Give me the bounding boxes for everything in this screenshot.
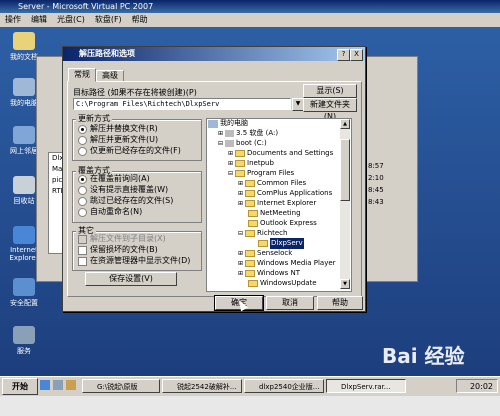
- desktop-icon-security[interactable]: 安全配置: [2, 278, 46, 308]
- vpc-menu-bar: 操作 编辑 光盘(C) 软盘(F) 帮助: [0, 13, 500, 27]
- drive-icon: [225, 140, 235, 147]
- checkbox-icon: [78, 256, 87, 266]
- folder-icon: [248, 210, 258, 217]
- menu-help[interactable]: 帮助: [127, 13, 153, 27]
- radio-icon: [78, 196, 87, 206]
- quicklaunch-desktop-icon[interactable]: [53, 380, 63, 390]
- menu-floppy[interactable]: 软盘(F): [90, 13, 127, 27]
- radio-icon: [78, 185, 87, 195]
- folder-icon: [245, 200, 256, 207]
- help-button[interactable]: 帮助: [317, 296, 363, 310]
- folder-icon: [235, 150, 246, 157]
- target-path-label: 目标路径 (如果不存在将被创建)(P): [73, 88, 197, 97]
- folder-icon: [245, 270, 256, 277]
- folder-icon: [235, 160, 246, 167]
- folder-icon: [245, 190, 256, 197]
- folder-open-icon: [245, 230, 256, 237]
- security-icon: [13, 278, 35, 296]
- dialog-title: 解压路径和选项: [63, 47, 365, 61]
- checkbox-icon: [78, 234, 87, 244]
- folder-icon: [245, 180, 256, 187]
- internet-explorer-icon: [13, 226, 35, 244]
- tab-advanced[interactable]: 高级: [96, 70, 124, 81]
- expand-plus-icon: ⊞: [238, 200, 244, 207]
- tab-general[interactable]: 常规: [68, 68, 96, 82]
- radio-icon: [78, 146, 87, 156]
- background-time-column: 8:57 2:10 8:45 8:43: [368, 162, 384, 206]
- scroll-thumb[interactable]: [340, 139, 350, 201]
- folder-tree-items: 我的电脑 ⊞ 3.5 软盘 (A:) ⊟ boot (C:) ⊞ Documents …: [206, 118, 340, 290]
- misc-option-subfolder[interactable]: 解压文件到子目录(X): [78, 234, 166, 244]
- misc-option-keep-broken[interactable]: 保留损坏的文件(B): [78, 245, 158, 255]
- overwrite-option-ask[interactable]: 在覆盖前询问(A): [78, 174, 150, 184]
- expand-plus-icon: ⊞: [238, 270, 244, 277]
- taskbar-item-rar[interactable]: DlxpServ.rar...: [326, 379, 406, 393]
- close-button[interactable]: X: [350, 49, 363, 61]
- collapse-minus-icon: ⊟: [238, 230, 244, 237]
- radio-selected-icon: [78, 124, 87, 134]
- host-status-strip: [0, 396, 500, 416]
- folder-icon: [13, 32, 35, 50]
- network-icon: [13, 126, 35, 144]
- update-option-existing-only[interactable]: 仅更新已经存在的文件(F): [78, 146, 181, 156]
- folder-icon: [248, 280, 258, 287]
- folder-open-icon: [235, 170, 246, 177]
- menu-cd[interactable]: 光盘(C): [52, 13, 90, 27]
- save-settings-button[interactable]: 保存设置(V): [85, 272, 177, 286]
- overwrite-option-without-prompt[interactable]: 没有提示直接覆盖(W): [78, 185, 168, 195]
- help-title-button[interactable]: ?: [337, 49, 350, 61]
- baidu-watermark: Bai 经验: [382, 344, 465, 368]
- folder-open-icon: [258, 240, 268, 247]
- start-button[interactable]: 开始: [2, 378, 38, 395]
- folder-icon: [245, 250, 256, 257]
- show-button[interactable]: 显示(S): [303, 84, 357, 98]
- overwrite-option-skip[interactable]: 跳过已经存在的文件(S): [78, 196, 173, 206]
- extract-options-dialog: 解压路径和选项 ? X 常规 高级 目标路径 (如果不存在将被创建)(P) C:…: [62, 46, 366, 312]
- menu-action[interactable]: 操作: [0, 13, 26, 27]
- scroll-up-icon[interactable]: ▲: [340, 119, 350, 129]
- update-option-replace[interactable]: 解压并替换文件(R): [78, 124, 158, 134]
- new-folder-button[interactable]: 新建文件夹(N): [303, 98, 357, 121]
- desktop-icon-services[interactable]: 服务: [2, 326, 46, 356]
- scroll-down-icon[interactable]: ▼: [340, 279, 350, 289]
- folder-icon: [248, 220, 258, 227]
- quicklaunch-ie-icon[interactable]: [40, 380, 50, 390]
- computer-icon: [208, 119, 218, 128]
- taskbar-item-dlxp2540[interactable]: dlxp2540企业版...: [244, 379, 324, 393]
- tree-scrollbar[interactable]: ▲ ▼: [340, 119, 350, 289]
- vpc-title-bar: Server - Microsoft Virtual PC 2007: [0, 0, 500, 13]
- update-mode-title: 更新方式: [76, 113, 112, 124]
- target-path-input[interactable]: C:\Program Files\Richtech\DlxpServ: [73, 98, 291, 110]
- overwrite-option-rename[interactable]: 自动重命名(N): [78, 207, 142, 217]
- chevron-down-icon: ▼: [295, 100, 301, 107]
- update-option-update[interactable]: 解压并更新文件(U): [78, 135, 158, 145]
- services-icon: [13, 326, 35, 344]
- radio-icon: [78, 207, 87, 217]
- taskbar-item-explorer[interactable]: G:\锐起\原版: [82, 379, 160, 393]
- recycle-bin-icon: [13, 176, 35, 194]
- floppy-icon: [225, 130, 235, 137]
- system-clock: 20:02: [456, 379, 498, 393]
- collapse-minus-icon: ⊟: [218, 140, 224, 147]
- quicklaunch-explorer-icon[interactable]: [66, 380, 76, 390]
- folder-icon: [245, 260, 256, 267]
- misc-option-show-in-explorer[interactable]: 在资源管理器中显示文件(D): [78, 256, 190, 266]
- tree-item[interactable]: WindowsUpdate: [248, 278, 317, 289]
- taskbar-item-patch[interactable]: 锐起2542破解补...: [162, 379, 242, 393]
- computer-icon: [13, 78, 35, 96]
- cancel-button[interactable]: 取消: [266, 296, 314, 310]
- checkbox-icon: [78, 245, 87, 255]
- radio-icon: [78, 135, 87, 145]
- menu-edit[interactable]: 编辑: [26, 13, 52, 27]
- collapse-minus-icon: ⊟: [228, 170, 234, 177]
- radio-selected-icon: [78, 174, 87, 184]
